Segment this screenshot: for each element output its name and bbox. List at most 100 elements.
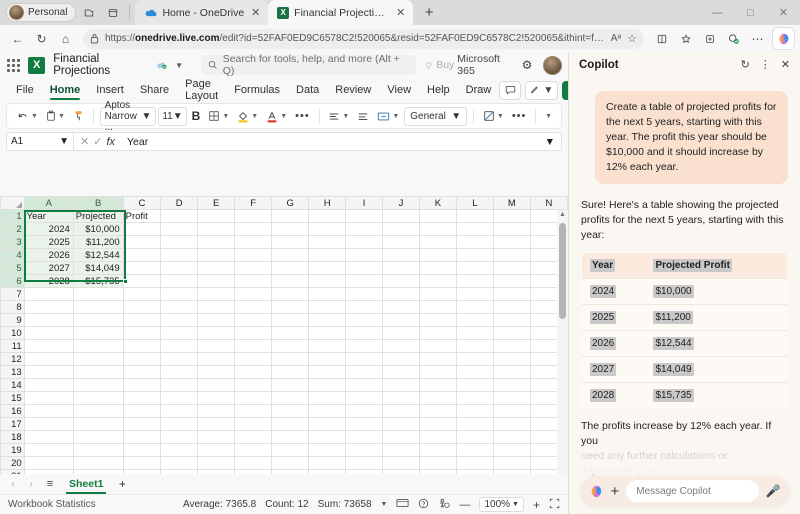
cell-M17[interactable] [492, 417, 531, 431]
cell-M2[interactable] [492, 222, 531, 236]
cell-L9[interactable] [455, 313, 494, 327]
undo-button[interactable]: ▼ [13, 106, 41, 126]
cell-F14[interactable] [234, 378, 273, 392]
close-icon[interactable]: ✕ [394, 6, 407, 19]
font-color-button[interactable]: ▼ [263, 106, 290, 126]
cell-B20[interactable] [72, 456, 124, 470]
read-aloud-icon[interactable]: Aᵃ [611, 33, 621, 44]
scroll-thumb[interactable] [559, 223, 566, 319]
cell-J6[interactable] [382, 274, 420, 288]
extensions-icon[interactable] [722, 28, 745, 49]
cell-G10[interactable] [271, 326, 310, 340]
cell-A11[interactable] [23, 339, 74, 353]
cell-H6[interactable] [308, 274, 347, 288]
cell-F8[interactable] [234, 300, 273, 314]
more-font-options-button[interactable]: ••• [292, 106, 313, 126]
cell-J12[interactable] [382, 352, 420, 366]
cell-B16[interactable] [72, 404, 124, 418]
cell-J7[interactable] [382, 287, 420, 301]
close-icon[interactable]: ✕ [781, 58, 790, 71]
cell-A10[interactable] [23, 326, 74, 340]
row-header-1[interactable]: 1 [0, 209, 25, 223]
row-header-6[interactable]: 6 [0, 274, 25, 288]
column-header-K[interactable]: K [418, 196, 457, 210]
cell-J18[interactable] [382, 430, 420, 444]
row-header-8[interactable]: 8 [0, 300, 25, 314]
column-header-G[interactable]: G [271, 196, 310, 210]
cell-K6[interactable] [418, 274, 457, 288]
cell-G13[interactable] [271, 365, 310, 379]
cell-E19[interactable] [197, 443, 236, 457]
spreadsheet-grid[interactable]: A B C D E F G H I J K L M N 1 Year Project… [0, 196, 568, 514]
cell-B18[interactable] [72, 430, 124, 444]
cell-A2[interactable]: 2024 [23, 222, 74, 236]
cell-F4[interactable] [234, 248, 273, 262]
cell-C17[interactable] [122, 417, 162, 431]
cell-F13[interactable] [234, 365, 273, 379]
cell-D10[interactable] [160, 326, 199, 340]
vertical-scrollbar[interactable]: ▲ [557, 210, 568, 514]
cell-E5[interactable] [197, 261, 236, 275]
microphone-icon[interactable]: 🎤 [766, 484, 781, 498]
cell-K4[interactable] [418, 248, 457, 262]
cell-G5[interactable] [271, 261, 310, 275]
cell-L12[interactable] [455, 352, 494, 366]
fill-handle[interactable] [123, 279, 128, 284]
formula-input[interactable]: Year ▼ [121, 132, 562, 151]
cell-E17[interactable] [197, 417, 236, 431]
cell-K5[interactable] [418, 261, 457, 275]
cell-G2[interactable] [271, 222, 310, 236]
cell-C14[interactable] [122, 378, 162, 392]
cell-H11[interactable] [308, 339, 347, 353]
cell-I3[interactable] [345, 235, 383, 249]
cell-B14[interactable] [72, 378, 124, 392]
cell-I5[interactable] [345, 261, 383, 275]
cell-G4[interactable] [271, 248, 310, 262]
ribbon-tab-formulas[interactable]: Formulas [226, 79, 288, 101]
cell-F17[interactable] [234, 417, 273, 431]
cell-F11[interactable] [234, 339, 273, 353]
fill-color-button[interactable]: ▼ [234, 106, 261, 126]
cell-L1[interactable] [455, 209, 494, 223]
enter-icon[interactable]: ✓ [93, 135, 102, 148]
cell-H5[interactable] [308, 261, 347, 275]
cell-G19[interactable] [271, 443, 310, 457]
minimize-button[interactable]: — [701, 0, 734, 25]
cell-J1[interactable] [382, 209, 420, 223]
cell-B3[interactable]: $11,200 [72, 235, 124, 249]
workbook-statistics-label[interactable]: Workbook Statistics [8, 499, 96, 510]
cell-G16[interactable] [271, 404, 310, 418]
cell-G14[interactable] [271, 378, 310, 392]
cell-F2[interactable] [234, 222, 273, 236]
cell-I15[interactable] [345, 391, 383, 405]
cell-A3[interactable]: 2025 [23, 235, 74, 249]
buy-microsoft-365[interactable]: Buy Microsoft 365 [424, 53, 511, 77]
cell-L5[interactable] [455, 261, 494, 275]
cell-A9[interactable] [23, 313, 74, 327]
cell-L2[interactable] [455, 222, 494, 236]
cell-J8[interactable] [382, 300, 420, 314]
cell-B13[interactable] [72, 365, 124, 379]
cell-B10[interactable] [72, 326, 124, 340]
cell-I16[interactable] [345, 404, 383, 418]
row-header-5[interactable]: 5 [0, 261, 25, 275]
maximize-button[interactable]: □ [734, 0, 767, 25]
cell-G6[interactable] [271, 274, 310, 288]
borders-button[interactable]: ▼ [205, 106, 232, 126]
cell-M14[interactable] [492, 378, 531, 392]
add-sheet-button[interactable]: + [114, 477, 130, 491]
layout-icon[interactable] [396, 498, 410, 511]
cell-B7[interactable] [72, 287, 124, 301]
row-header-7[interactable]: 7 [0, 287, 25, 301]
cell-H17[interactable] [308, 417, 347, 431]
previous-sheet-button[interactable]: ‹ [6, 479, 20, 490]
cell-F10[interactable] [234, 326, 273, 340]
cell-M13[interactable] [492, 365, 531, 379]
cell-A18[interactable] [23, 430, 74, 444]
row-header-9[interactable]: 9 [0, 313, 25, 327]
cell-C8[interactable] [122, 300, 162, 314]
cell-F18[interactable] [234, 430, 273, 444]
workspaces-icon[interactable] [78, 3, 100, 23]
cell-A17[interactable] [23, 417, 74, 431]
cell-H18[interactable] [308, 430, 347, 444]
